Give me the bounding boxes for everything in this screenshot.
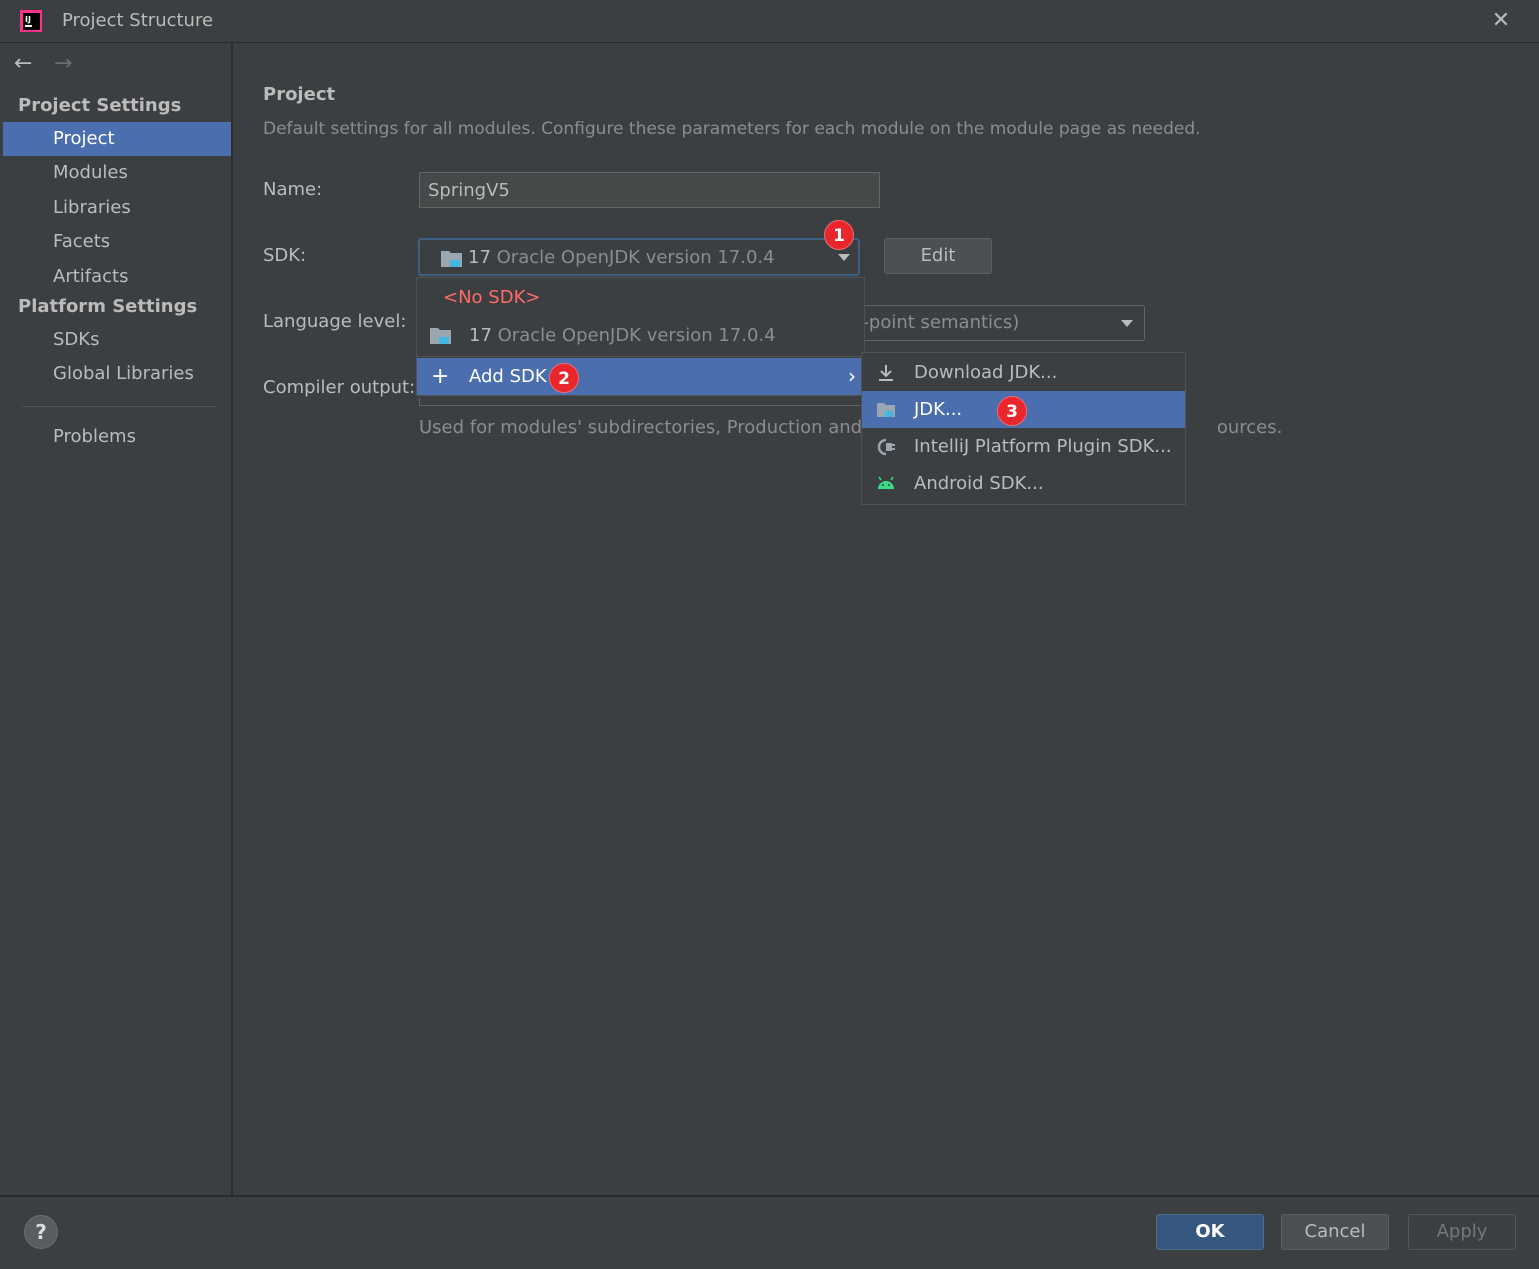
option-add-sdk[interactable]: + Add SDK › [417, 358, 864, 395]
section-platform-settings: Platform Settings [18, 296, 198, 317]
submenu-item-intellij-plugin-sdk[interactable]: IntelliJ Platform Plugin SDK... [862, 428, 1185, 465]
add-sdk-label: Add SDK [469, 366, 547, 387]
submenu-item-android-sdk[interactable]: Android SDK... [862, 465, 1185, 502]
section-project-settings: Project Settings [18, 95, 182, 116]
popup-divider [417, 356, 864, 357]
add-sdk-submenu: Download JDK... JDK... IntelliJ Platform… [861, 352, 1186, 505]
submenu-item-download-jdk[interactable]: Download JDK... [862, 354, 1185, 391]
back-arrow-icon[interactable]: ← [14, 52, 32, 76]
sidebar-item-libraries[interactable]: Libraries [3, 191, 231, 225]
compiler-output-label: Compiler output: [263, 377, 416, 398]
sdk-name: Oracle OpenJDK version 17.0.4 [496, 247, 775, 268]
help-button[interactable]: ? [24, 1215, 58, 1249]
sidebar-item-sdks[interactable]: SDKs [3, 323, 231, 357]
forward-arrow-icon[interactable]: → [54, 52, 72, 76]
cancel-button[interactable]: Cancel [1281, 1214, 1389, 1250]
option-jdk-version: 17 [469, 325, 492, 346]
name-label: Name: [263, 179, 323, 200]
sdk-combobox[interactable]: 17 Oracle OpenJDK version 17.0.4 [418, 238, 860, 276]
page-title: Project [263, 84, 336, 105]
option-jdk-17[interactable]: 17 Oracle OpenJDK version 17.0.4 [417, 322, 864, 358]
jdk-label: JDK... [914, 399, 963, 420]
intellij-plugin-sdk-label: IntelliJ Platform Plugin SDK... [914, 436, 1172, 457]
chevron-down-icon [1121, 320, 1133, 327]
plus-icon: + [431, 364, 450, 389]
sdk-selected-value: 17 Oracle OpenJDK version 17.0.4 [468, 247, 775, 268]
android-sdk-label: Android SDK... [914, 473, 1044, 494]
edit-button[interactable]: Edit [884, 238, 992, 274]
option-jdk-name: Oracle OpenJDK version 17.0.4 [497, 325, 776, 346]
sdk-label: SDK: [263, 245, 307, 266]
compiler-hint-left: Used for modules' subdirectories, Produc… [419, 417, 887, 438]
chevron-right-icon: › [848, 364, 856, 388]
ok-button[interactable]: OK [1156, 1214, 1264, 1250]
download-jdk-label: Download JDK... [914, 362, 1058, 383]
language-level-value: g-point semantics) [851, 312, 1020, 333]
sidebar-divider [22, 406, 216, 407]
close-icon[interactable]: ✕ [1488, 8, 1514, 34]
sidebar-item-global-libraries[interactable]: Global Libraries [3, 357, 231, 391]
step-badge-3: 3 [997, 396, 1027, 426]
sidebar-item-modules[interactable]: Modules [3, 156, 231, 190]
jdk-folder-icon [441, 251, 462, 267]
chevron-down-icon [838, 254, 850, 261]
language-level-combobox[interactable]: g-point semantics) [830, 305, 1145, 341]
jdk-folder-icon [877, 403, 895, 417]
plugin-icon [877, 438, 895, 456]
step-badge-1: 1 [824, 220, 854, 250]
option-no-sdk[interactable]: <No SDK> [417, 286, 864, 322]
download-icon [879, 365, 893, 381]
jdk-folder-icon [430, 328, 451, 344]
sidebar-item-artifacts[interactable]: Artifacts [3, 260, 231, 294]
apply-button[interactable]: Apply [1408, 1214, 1516, 1250]
sidebar-item-project[interactable]: Project [3, 122, 231, 156]
page-description: Default settings for all modules. Config… [263, 119, 1201, 139]
svg-text:IJ: IJ [25, 15, 31, 24]
sidebar-item-facets[interactable]: Facets [3, 225, 231, 259]
title-bar [0, 0, 1539, 43]
sdk-version: 17 [468, 247, 491, 268]
name-input[interactable] [419, 172, 880, 208]
android-icon [878, 476, 894, 489]
step-badge-2: 2 [549, 363, 579, 393]
compiler-hint-right: ources. [1216, 417, 1283, 438]
compiler-output-field[interactable] [419, 398, 879, 406]
sdk-dropdown-popup: <No SDK> 17 Oracle OpenJDK version 17.0.… [416, 277, 865, 396]
sidebar-item-problems[interactable]: Problems [3, 420, 231, 454]
window-title: Project Structure [62, 10, 214, 31]
intellij-logo-icon: IJ [20, 10, 42, 32]
language-level-label: Language level: [263, 311, 407, 332]
